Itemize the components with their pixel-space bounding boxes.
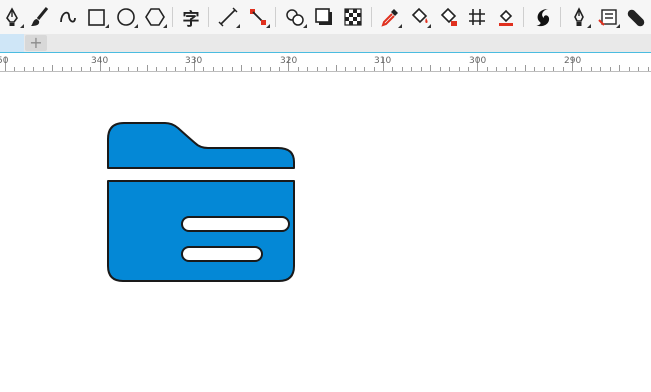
eyedropper-icon[interactable] xyxy=(378,5,402,29)
toolbar-separator xyxy=(560,7,561,27)
ruler-label: 50 xyxy=(0,56,9,66)
rectangle-tool-icon[interactable] xyxy=(85,5,109,29)
folder-line-lower xyxy=(181,246,263,262)
ruler-label: 310 xyxy=(374,56,391,66)
document-tab-active[interactable] xyxy=(0,34,24,52)
smart-fill-icon[interactable] xyxy=(436,5,460,29)
toolbar: 字 xyxy=(0,0,651,34)
toolbar-separator xyxy=(275,7,276,27)
ruler-scale: 50 340 330 320 310 300 290 xyxy=(0,56,649,71)
curve-tool-icon[interactable] xyxy=(56,5,80,29)
line-dimension-icon[interactable] xyxy=(216,5,240,29)
drop-shadow-icon[interactable] xyxy=(312,5,336,29)
properties-icon[interactable] xyxy=(596,5,620,29)
capsule-tool-icon[interactable] xyxy=(625,5,649,29)
ruler-label: 300 xyxy=(469,56,486,66)
folder-line-upper xyxy=(181,216,290,232)
toolbar-separator xyxy=(208,7,209,27)
connector-tool-icon[interactable] xyxy=(246,5,270,29)
ruler-label: 290 xyxy=(564,56,581,66)
toolbar-separator xyxy=(371,7,372,27)
folder-tab xyxy=(107,122,295,169)
mesh-fill-icon[interactable] xyxy=(465,5,489,29)
text-tool-glyph: 字 xyxy=(182,9,200,30)
horizontal-ruler[interactable]: 50 340 330 320 310 300 290 xyxy=(0,53,651,72)
interactive-fill-icon[interactable] xyxy=(494,5,518,29)
text-tool-icon[interactable]: 字 xyxy=(179,5,203,30)
toolbar-separator xyxy=(523,7,524,27)
brush-icon[interactable] xyxy=(27,5,51,29)
blend-tool-icon[interactable] xyxy=(283,5,307,29)
document-tab-bar: + xyxy=(0,34,651,53)
add-tab-button[interactable]: + xyxy=(25,35,47,51)
logo-icon xyxy=(531,5,555,29)
ruler-label: 340 xyxy=(91,56,108,66)
drawing-canvas[interactable] xyxy=(0,72,651,388)
folder-icon[interactable] xyxy=(0,72,651,388)
fill-bucket-icon[interactable] xyxy=(407,5,431,29)
ruler-label: 330 xyxy=(185,56,202,66)
ellipse-tool-icon[interactable] xyxy=(114,5,138,29)
pen-tool-icon[interactable] xyxy=(0,5,24,29)
toolbar-separator xyxy=(172,7,173,27)
outline-pen-icon[interactable] xyxy=(567,5,591,29)
ruler-label: 320 xyxy=(280,56,297,66)
polygon-tool-icon[interactable] xyxy=(143,5,167,29)
transparency-icon[interactable] xyxy=(341,5,365,29)
